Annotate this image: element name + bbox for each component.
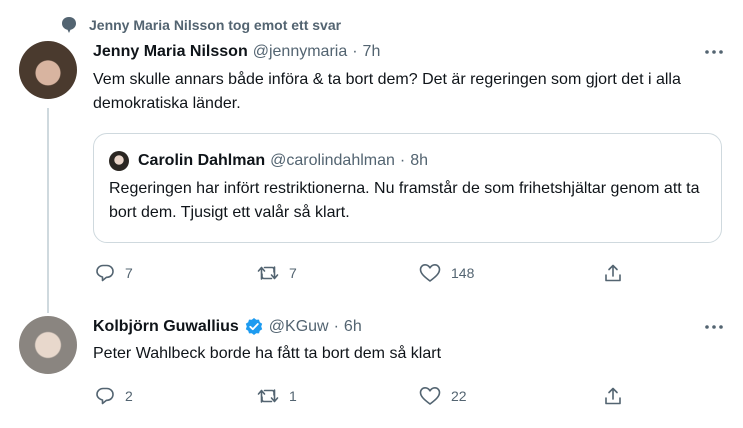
quoted-author-handle: @carolindahlman [270, 152, 395, 169]
like-button[interactable]: 22 [419, 384, 467, 408]
tweet-actions: 7 7 148 [93, 261, 633, 285]
share-button[interactable] [603, 261, 623, 285]
reply-count: 7 [125, 265, 133, 281]
share-icon [603, 386, 623, 406]
social-context-text[interactable]: Jenny Maria Nilsson tog emot ett svar [89, 17, 341, 33]
avatar[interactable] [19, 41, 77, 99]
share-icon [603, 263, 623, 283]
retweet-icon [257, 386, 279, 406]
author-handle[interactable]: @KGuw [269, 318, 329, 336]
reply-icon [95, 386, 115, 406]
quoted-timestamp: 8h [410, 152, 429, 169]
tweet-text: Vem skulle annars både införa & ta bort … [93, 71, 681, 112]
quoted-tweet-text: Regeringen har infört restriktionerna. N… [109, 180, 700, 221]
quoted-tweet[interactable]: Carolin Dahlman @carolindahlman · 8h Reg… [93, 133, 722, 243]
retweet-count: 7 [289, 265, 297, 281]
tweet-header: Jenny Maria Nilsson @jennymaria · 7h [93, 42, 380, 62]
separator-dot: · [399, 152, 406, 169]
tweet-text: Peter Wahlbeck borde ha fått ta bort dem… [93, 345, 442, 362]
quoted-tweet-header: Carolin Dahlman @carolindahlman · 8h [109, 151, 428, 171]
reply-icon [95, 263, 115, 283]
author-name[interactable]: Jenny Maria Nilsson [93, 43, 248, 61]
retweet-button[interactable]: 1 [257, 384, 297, 408]
more-options-icon[interactable] [704, 317, 724, 337]
thread-connector [47, 108, 49, 313]
reply-button[interactable]: 2 [95, 384, 133, 408]
retweet-button[interactable]: 7 [257, 261, 297, 285]
separator-dot: · [333, 318, 339, 335]
speech-bubble-icon [59, 15, 79, 35]
like-count: 22 [451, 388, 467, 404]
heart-icon [419, 386, 441, 406]
avatar[interactable] [19, 316, 77, 374]
timestamp[interactable]: 7h [363, 43, 381, 61]
tweet-actions: 2 1 22 [93, 384, 633, 408]
more-options-icon[interactable] [704, 42, 724, 62]
quoted-avatar [109, 151, 129, 171]
verified-badge-icon [244, 317, 264, 337]
like-button[interactable]: 148 [419, 261, 474, 285]
share-button[interactable] [603, 384, 623, 408]
author-name[interactable]: Kolbjörn Guwallius [93, 318, 239, 336]
separator-dot: · [352, 43, 358, 60]
retweet-icon [257, 263, 279, 283]
social-context: Jenny Maria Nilsson tog emot ett svar [59, 14, 341, 36]
reply-button[interactable]: 7 [95, 261, 133, 285]
quoted-author-name: Carolin Dahlman [138, 152, 266, 169]
timestamp[interactable]: 6h [344, 318, 362, 336]
heart-icon [419, 263, 441, 283]
like-count: 148 [451, 265, 475, 281]
author-handle[interactable]: @jennymaria [253, 43, 348, 61]
retweet-count: 1 [289, 388, 297, 404]
tweet-header: Kolbjörn Guwallius @KGuw · 6h [93, 317, 362, 337]
reply-count: 2 [125, 388, 133, 404]
